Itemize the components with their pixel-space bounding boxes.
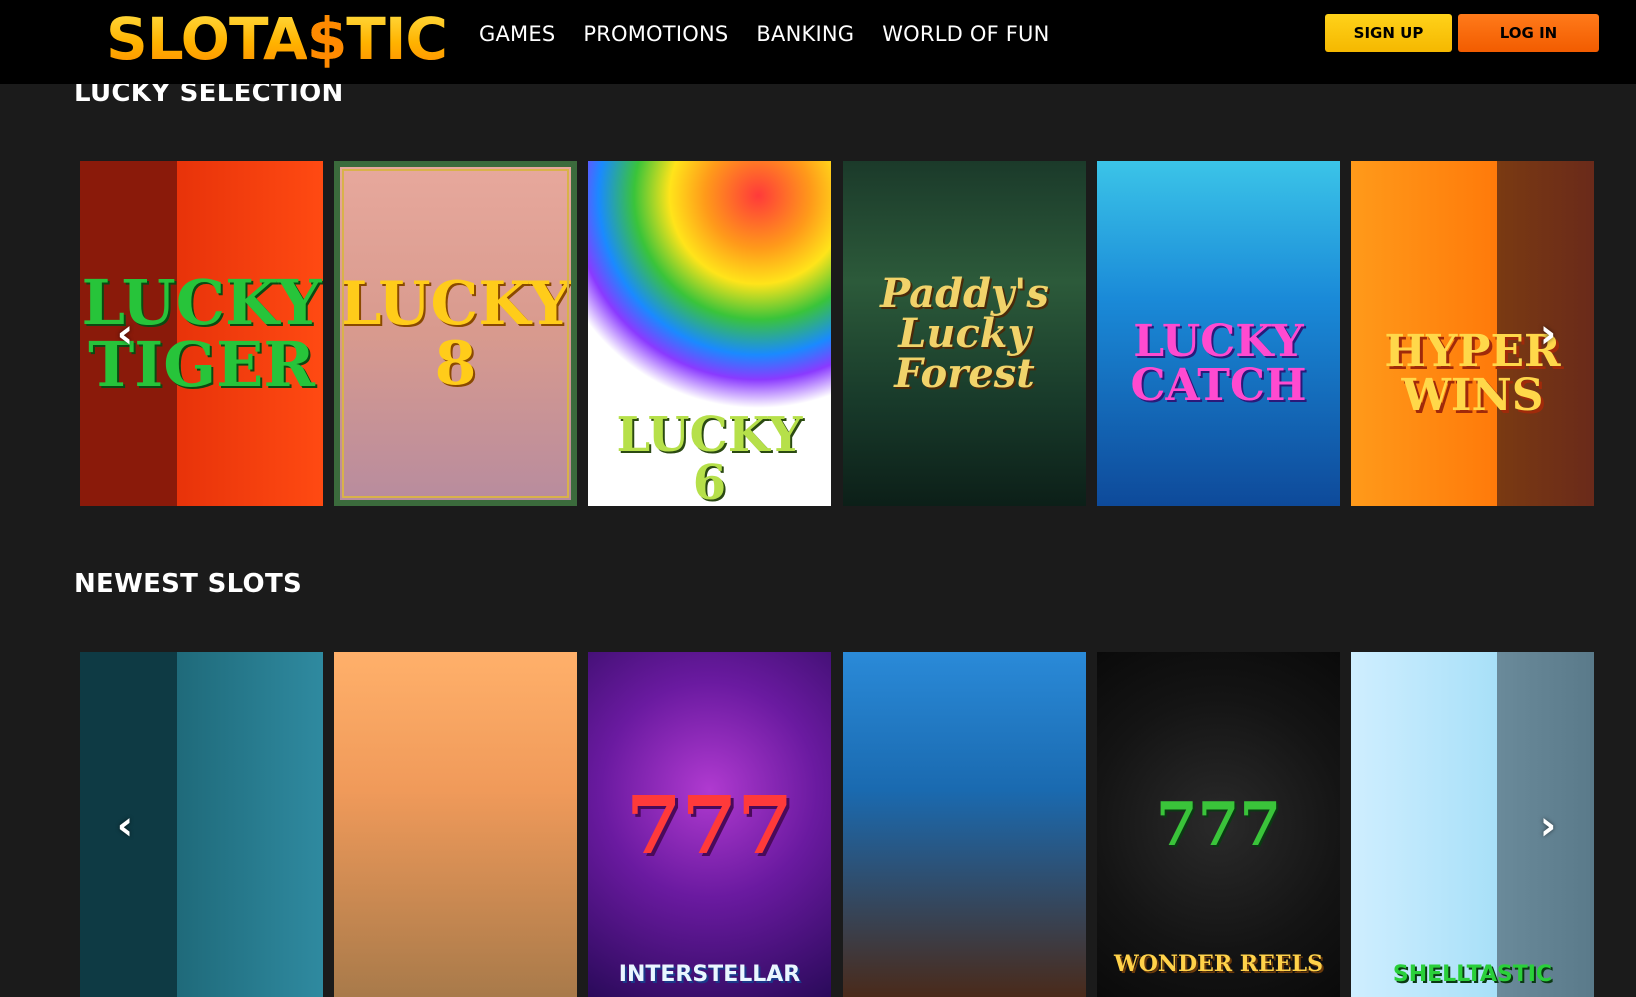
- slotastic-logo[interactable]: SLOTA $ TIC: [106, 4, 448, 74]
- nav-promotions[interactable]: PROMOTIONS: [583, 22, 728, 46]
- carousel-prev-arrow-icon[interactable]: ‹: [108, 311, 142, 357]
- nav-world-of-fun[interactable]: WORLD OF FUN: [882, 22, 1049, 46]
- section-title-newest-slots: NEWEST SLOTS: [74, 569, 303, 599]
- game-tile-label: 777: [1155, 789, 1282, 860]
- game-tile-label: 777: [626, 777, 793, 872]
- game-carousel-lucky-selection: LUCKY TIGER LUCKY 8 LUCKY 6 Paddy's Luck…: [80, 161, 1595, 506]
- carousel-prev-arrow-icon[interactable]: ‹: [108, 803, 142, 849]
- logo-text-b: TIC: [346, 5, 448, 73]
- game-tile-label: LUCKY 8: [339, 268, 572, 399]
- game-tile-interstellar[interactable]: 777 INTERSTELLAR: [588, 652, 831, 997]
- game-carousel-newest-slots: 777 INTERSTELLAR 777 WONDER REELS SHELLT…: [80, 652, 1595, 997]
- game-tile-lucky-8[interactable]: LUCKY 8: [334, 161, 577, 506]
- game-tile-sublabel: SHELLTASTIC: [1392, 962, 1553, 987]
- game-tile-monkey-king[interactable]: [334, 652, 577, 997]
- nav-banking[interactable]: BANKING: [756, 22, 854, 46]
- carousel-next-arrow-icon[interactable]: ›: [1531, 803, 1565, 849]
- game-tile-label: LUCKY CATCH: [1130, 315, 1307, 411]
- sign-up-button[interactable]: SIGN UP: [1325, 14, 1452, 52]
- game-tile-label: LUCKY 6: [616, 406, 803, 507]
- nav-games[interactable]: GAMES: [479, 22, 555, 46]
- game-tile-buffalo[interactable]: [843, 652, 1086, 997]
- site-header: SLOTA $ TIC GAMES PROMOTIONS BANKING WORLD…: [0, 0, 1636, 84]
- carousel-next-arrow-icon[interactable]: ›: [1531, 311, 1565, 357]
- game-tile-sublabel: INTERSTELLAR: [618, 962, 801, 987]
- game-tile-sublabel: WONDER REELS: [1114, 951, 1323, 977]
- log-in-button[interactable]: LOG IN: [1458, 14, 1599, 52]
- game-tile-lucky-catch[interactable]: LUCKY CATCH: [1097, 161, 1340, 506]
- main-nav: GAMES PROMOTIONS BANKING WORLD OF FUN: [479, 22, 1050, 46]
- logo-text-a: SLOTA: [106, 5, 308, 73]
- game-tile-777-wonder-reels[interactable]: 777 WONDER REELS: [1097, 652, 1340, 997]
- logo-dollar-sign: $: [306, 5, 347, 73]
- game-tile-lucky-6[interactable]: LUCKY 6: [588, 161, 831, 506]
- game-tile-label: Paddy's Lucky Forest: [880, 269, 1049, 397]
- game-tile-paddys-lucky-forest[interactable]: Paddy's Lucky Forest: [843, 161, 1086, 506]
